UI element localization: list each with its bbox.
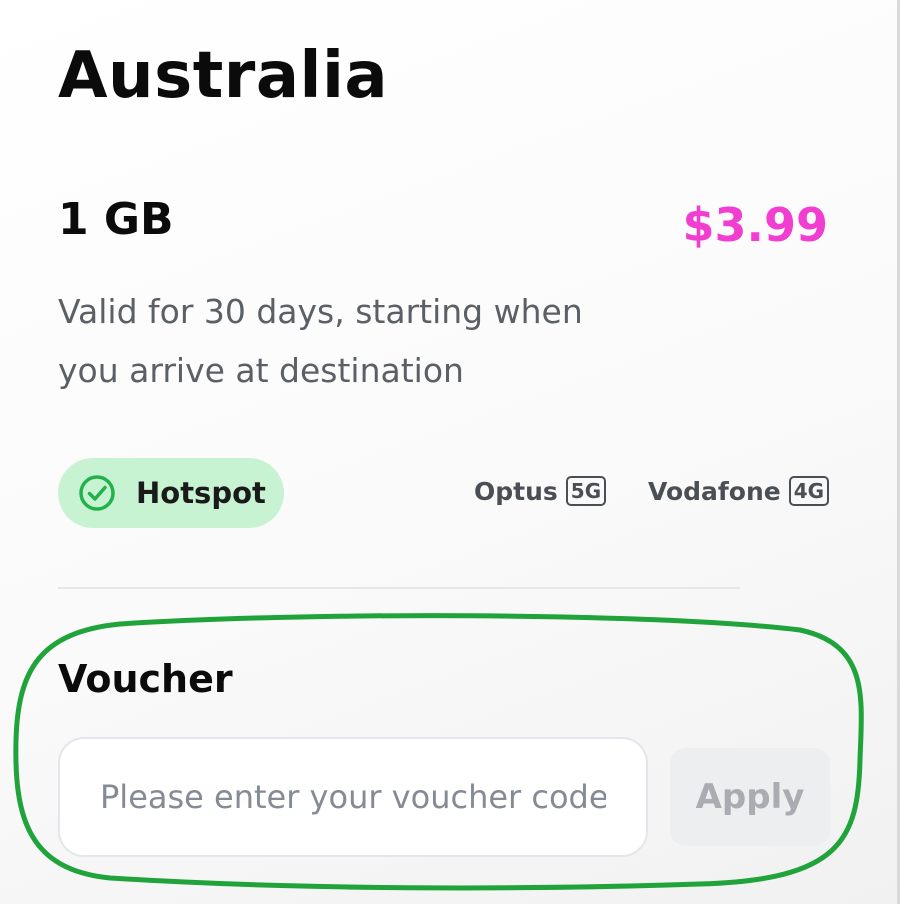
apply-button[interactable]: Apply [670, 748, 830, 846]
country-title: Australia [58, 39, 389, 113]
section-divider [58, 587, 740, 589]
carrier-name: Vodafone [648, 476, 781, 506]
network-vodafone: Vodafone 4G [648, 476, 830, 506]
network-generation-badge: 4G [788, 476, 830, 506]
network-optus: Optus 5G [474, 476, 607, 506]
plan-data-amount: 1 GB [58, 194, 174, 245]
hotspot-label: Hotspot [136, 476, 266, 510]
check-circle-icon [78, 474, 116, 512]
hotspot-badge: Hotspot [58, 458, 284, 528]
voucher-label: Voucher [58, 657, 233, 701]
plan-description: Valid for 30 days, starting when you arr… [58, 292, 583, 390]
voucher-input[interactable] [58, 737, 648, 857]
plan-price: $3.99 [682, 198, 828, 252]
network-generation-badge: 5G [565, 476, 607, 506]
carrier-name: Optus [474, 476, 558, 506]
plan-card: Australia 1 GB $3.99 Valid for 30 days, … [0, 0, 900, 904]
